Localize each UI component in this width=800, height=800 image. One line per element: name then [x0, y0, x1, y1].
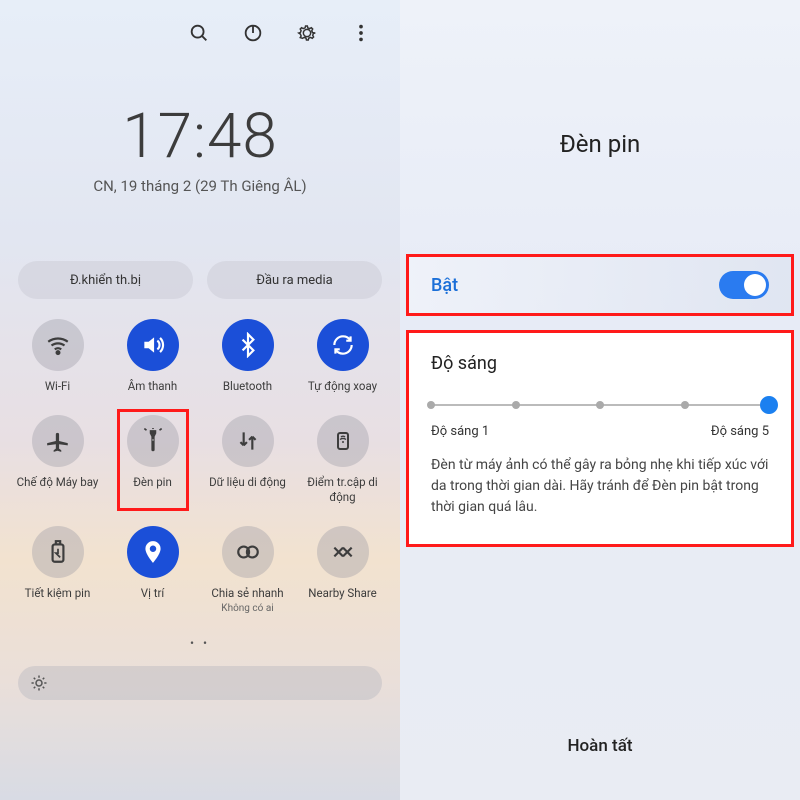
brightness-slider[interactable]	[18, 666, 382, 700]
toggle-label: Bật	[431, 275, 458, 296]
qs-tile-label: Nearby Share	[308, 586, 376, 600]
more-icon[interactable]	[350, 22, 372, 44]
qs-tile-sublabel: Không có ai	[221, 603, 273, 614]
gear-icon[interactable]	[296, 22, 318, 44]
data-icon	[222, 415, 274, 467]
hotspot-icon	[317, 415, 369, 467]
nearby-icon	[317, 526, 369, 578]
power-icon[interactable]	[242, 22, 264, 44]
page-title: Đèn pin	[400, 130, 800, 158]
brightness-level-slider[interactable]	[431, 396, 769, 414]
qs-tile-label: Dữ liệu di động	[209, 475, 286, 489]
qs-tile-hotspot[interactable]: Điểm tr.cập di động	[295, 415, 390, 504]
flashlight-settings-panel: Đèn pin Bật Độ sáng Độ sáng 1 Độ sáng 5 …	[400, 0, 800, 800]
flashlight-switch[interactable]	[719, 271, 769, 299]
device-control-chip[interactable]: Đ.khiển th.bị	[18, 261, 193, 299]
location-icon	[127, 526, 179, 578]
clock-date: CN, 19 tháng 2 (29 Th Giêng ÂL)	[0, 177, 400, 195]
qs-tile-label: Vị trí	[141, 586, 164, 600]
qs-tile-label: Bluetooth	[223, 379, 272, 393]
clock: 17:48 CN, 19 tháng 2 (29 Th Giêng ÂL)	[0, 100, 400, 195]
wifi-icon	[32, 319, 84, 371]
qs-tile-label: Điểm tr.cập di động	[300, 475, 386, 504]
media-output-chip[interactable]: Đầu ra media	[207, 261, 382, 299]
brightness-card: Độ sáng Độ sáng 1 Độ sáng 5 Đèn từ máy ả…	[406, 330, 794, 547]
brightness-heading: Độ sáng	[431, 353, 769, 374]
qs-tile-location[interactable]: Vị trí	[105, 526, 200, 613]
slider-max-label: Độ sáng 5	[711, 424, 769, 439]
qs-tile-rotate[interactable]: Tự động xoay	[295, 319, 390, 393]
qs-tile-sound[interactable]: Âm thanh	[105, 319, 200, 393]
battery-icon	[32, 526, 84, 578]
slider-thumb[interactable]	[760, 396, 778, 414]
slider-tick	[596, 401, 604, 409]
qs-tile-nearby[interactable]: Nearby Share	[295, 526, 390, 613]
qs-tile-label: Chia sẻ nhanh	[211, 586, 283, 600]
quick-settings-panel: 17:48 CN, 19 tháng 2 (29 Th Giêng ÂL) Đ.…	[0, 0, 400, 800]
quickshare-icon	[222, 526, 274, 578]
qs-tile-label: Âm thanh	[128, 379, 177, 393]
slider-tick	[681, 401, 689, 409]
qs-tile-quickshare[interactable]: Chia sẻ nhanh Không có ai	[200, 526, 295, 613]
flashlight-icon	[127, 415, 179, 467]
qs-tile-label: Chế độ Máy bay	[17, 475, 99, 489]
qs-tile-battery[interactable]: Tiết kiệm pin	[10, 526, 105, 613]
qs-tile-airplane[interactable]: Chế độ Máy bay	[10, 415, 105, 504]
flashlight-toggle-row[interactable]: Bật	[406, 254, 794, 316]
slider-min-label: Độ sáng 1	[431, 424, 489, 439]
slider-tick	[427, 401, 435, 409]
clock-time: 17:48	[0, 100, 400, 173]
bluetooth-icon	[222, 319, 274, 371]
slider-tick	[512, 401, 520, 409]
quick-settings-grid: Wi-Fi Âm thanh Bluetooth Tự động xoay Chế độ…	[0, 319, 400, 614]
qs-tile-label: Tiết kiệm pin	[25, 586, 91, 600]
done-button[interactable]: Hoàn tất	[400, 736, 800, 756]
qs-tile-flashlight[interactable]: Đèn pin	[105, 415, 200, 504]
qs-tile-wifi[interactable]: Wi-Fi	[10, 319, 105, 393]
qs-tile-label: Wi-Fi	[45, 379, 70, 393]
sun-icon	[30, 674, 48, 692]
qs-tile-label: Tự động xoay	[308, 379, 377, 393]
warning-text: Đèn từ máy ảnh có thể gây ra bỏng nhẹ kh…	[431, 455, 769, 518]
pager-dots[interactable]: • •	[0, 636, 400, 650]
airplane-icon	[32, 415, 84, 467]
qs-tile-bluetooth[interactable]: Bluetooth	[200, 319, 295, 393]
sound-icon	[127, 319, 179, 371]
search-icon[interactable]	[188, 22, 210, 44]
qs-tile-data[interactable]: Dữ liệu di động	[200, 415, 295, 504]
topbar	[0, 0, 400, 52]
qs-tile-label: Đèn pin	[133, 475, 172, 489]
rotate-icon	[317, 319, 369, 371]
